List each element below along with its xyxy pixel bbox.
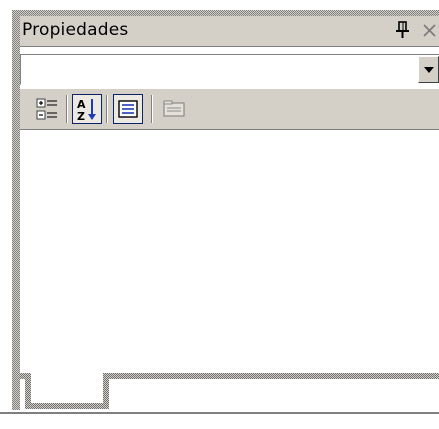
categorized-button[interactable]	[36, 94, 66, 124]
properties-icon	[118, 100, 138, 118]
categorized-icon	[36, 98, 57, 120]
properties-toolbar: A Z	[20, 88, 439, 130]
title-bar[interactable]: Propiedades	[20, 16, 439, 47]
pushpin-icon	[396, 21, 409, 38]
property-pages-icon	[163, 100, 185, 117]
pin-button[interactable]	[391, 18, 415, 42]
screen: Propiedades A Z	[0, 0, 439, 429]
dock-frame-left[interactable]	[12, 10, 20, 410]
close-button[interactable]	[421, 18, 439, 42]
object-selector-combobox[interactable]	[20, 54, 439, 85]
close-icon	[423, 24, 436, 37]
svg-text:Z: Z	[77, 110, 85, 123]
properties-window: Propiedades A Z	[12, 10, 439, 426]
property-pages-button[interactable]	[160, 94, 190, 124]
sort-alphabetical-button[interactable]: A Z	[72, 94, 102, 124]
dock-tab-outline[interactable]	[20, 370, 439, 414]
toolbar-separator	[106, 95, 108, 123]
properties-button[interactable]	[113, 94, 143, 124]
toolbar-separator	[151, 95, 153, 123]
status-divider	[0, 412, 439, 415]
property-grid[interactable]	[20, 130, 439, 380]
window-title: Propiedades	[22, 20, 129, 40]
toolbar-separator	[66, 95, 68, 123]
sort-alphabetical-icon: A Z	[77, 98, 96, 123]
chevron-down-icon[interactable]	[418, 56, 439, 83]
